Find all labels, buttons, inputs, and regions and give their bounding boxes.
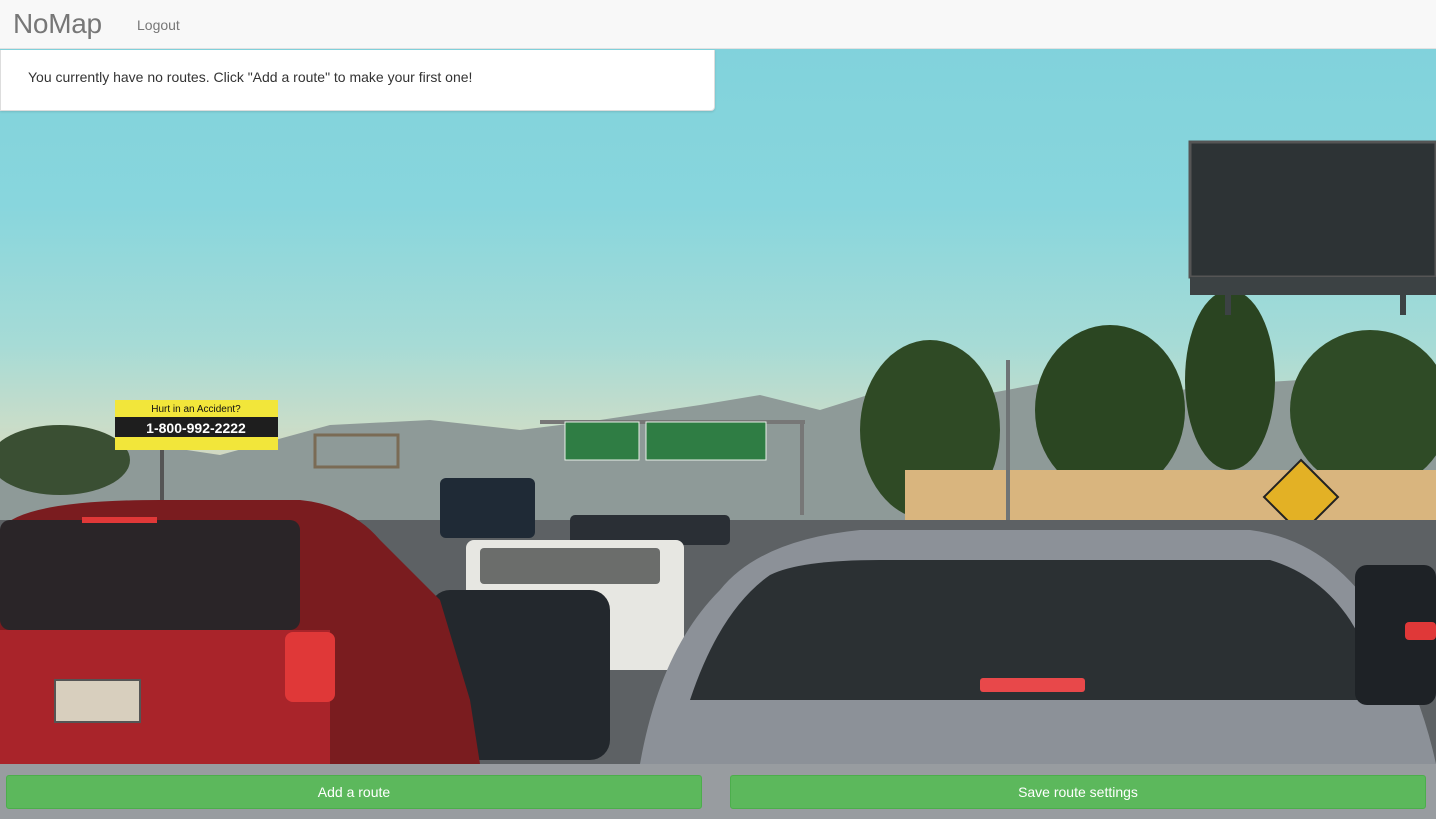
gantry-post <box>800 420 804 515</box>
billboard-support <box>1225 295 1231 315</box>
no-routes-notice: You currently have no routes. Click "Add… <box>0 50 715 111</box>
add-route-button[interactable]: Add a route <box>6 775 702 809</box>
billboard-support <box>1400 295 1406 315</box>
sedan-brake-light <box>980 678 1085 692</box>
suv-taillight <box>285 632 335 702</box>
billboard-ledge <box>1190 277 1436 295</box>
truck-window <box>480 548 660 584</box>
brand-logo[interactable]: NoMap <box>13 8 102 40</box>
billboard-dark <box>1188 140 1436 279</box>
top-navbar: NoMap Logout <box>0 0 1436 49</box>
billboard-phone: 1-800-992-2222 <box>146 420 246 436</box>
light-pole <box>1006 360 1010 530</box>
license-plate <box>54 679 141 723</box>
bottom-action-bar: Add a route Save route settings <box>0 764 1436 819</box>
save-route-settings-button[interactable]: Save route settings <box>730 775 1426 809</box>
background-traffic-image: Hurt in an Accident? 1-800-992-2222 <box>0 0 1436 819</box>
tree-shape <box>1185 290 1275 470</box>
highway-sign-right <box>645 421 767 461</box>
notice-message: You currently have no routes. Click "Add… <box>28 69 473 85</box>
suv-rear-window <box>0 520 300 630</box>
car-right-taillight <box>1405 622 1436 640</box>
tree-shape <box>1035 325 1185 495</box>
brake-light <box>82 517 157 523</box>
car-distant <box>440 478 535 538</box>
suv-body <box>0 630 330 764</box>
logout-link[interactable]: Logout <box>137 17 180 33</box>
traffic-scene-graphic: Hurt in an Accident? 1-800-992-2222 <box>0 140 1436 819</box>
billboard-headline: Hurt in an Accident? <box>151 404 241 415</box>
highway-sign-left <box>564 421 640 461</box>
